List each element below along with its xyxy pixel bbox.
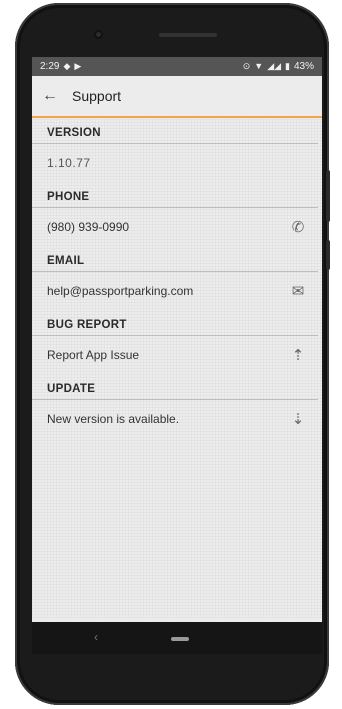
earpiece-speaker bbox=[159, 33, 217, 37]
nav-home-pill-icon[interactable] bbox=[171, 637, 189, 641]
wifi-icon: ▼ bbox=[254, 61, 264, 71]
signal-icon: ◢◢ bbox=[267, 61, 282, 71]
app-bar: ← Support bbox=[32, 76, 322, 118]
section-header-email: EMAIL bbox=[32, 246, 318, 272]
alarm-icon: ⊙ bbox=[242, 61, 251, 71]
phone-icon: ✆ bbox=[291, 219, 305, 236]
page-title: Support bbox=[72, 88, 122, 104]
version-value: 1.10.77 bbox=[32, 144, 322, 182]
email-address: help@passportparking.com bbox=[47, 284, 194, 298]
nav-back-icon[interactable]: ‹ bbox=[94, 630, 98, 644]
update-label: New version is available. bbox=[47, 412, 180, 426]
section-header-version: VERSION bbox=[32, 118, 318, 144]
bug-report-label: Report App Issue bbox=[47, 348, 140, 362]
status-bar: 2:29 ◆ ▶ ⊙ ▼ ◢◢ ▮ 43% bbox=[32, 57, 322, 76]
status-time: 2:29 bbox=[40, 61, 60, 72]
email-row[interactable]: help@passportparking.com ✉ bbox=[32, 272, 322, 310]
bug-report-row[interactable]: Report App Issue ⇡ bbox=[32, 336, 322, 374]
navigation-icon: ▶ bbox=[74, 61, 82, 71]
section-header-phone: PHONE bbox=[32, 182, 318, 208]
back-arrow-icon[interactable]: ← bbox=[32, 87, 68, 105]
version-text: 1.10.77 bbox=[47, 156, 91, 170]
phone-row[interactable]: (980) 939-0990 ✆ bbox=[32, 208, 322, 246]
front-camera bbox=[94, 30, 103, 39]
support-list: VERSION 1.10.77 PHONE (980) 939-0990 ✆ E… bbox=[32, 118, 322, 618]
power-button bbox=[326, 240, 330, 270]
location-icon: ◆ bbox=[63, 61, 71, 71]
update-row[interactable]: New version is available. ⇣ bbox=[32, 400, 322, 438]
email-add-icon: ✉ bbox=[291, 283, 305, 300]
battery-icon: ▮ bbox=[285, 61, 290, 71]
download-icon: ⇣ bbox=[291, 411, 305, 428]
screen: 2:29 ◆ ▶ ⊙ ▼ ◢◢ ▮ 43% ← Support VERSION … bbox=[32, 57, 322, 654]
volume-button bbox=[326, 170, 330, 222]
section-header-bug-report: BUG REPORT bbox=[32, 310, 318, 336]
section-header-update: UPDATE bbox=[32, 374, 318, 400]
system-nav-bar: ‹ bbox=[32, 622, 322, 654]
upload-icon: ⇡ bbox=[291, 347, 305, 364]
battery-percent: 43% bbox=[293, 61, 314, 72]
phone-number: (980) 939-0990 bbox=[47, 220, 130, 234]
